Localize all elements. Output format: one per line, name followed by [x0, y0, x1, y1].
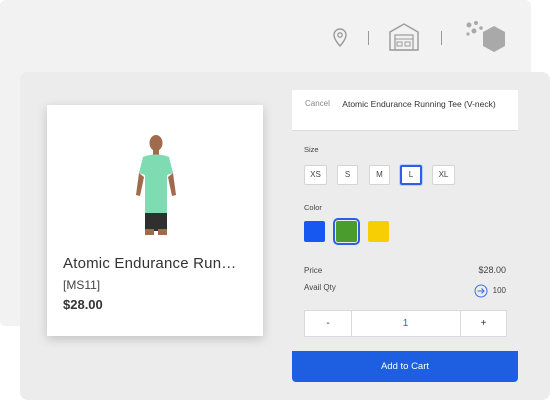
toolbar-divider	[441, 31, 442, 45]
product-sku: [MS11]	[63, 278, 101, 292]
product-name: Atomic Endurance Run…	[63, 255, 237, 272]
avail-qty-label: Avail Qty	[304, 283, 336, 292]
product-card[interactable]: Atomic Endurance Run… [MS11] $28.00	[47, 105, 263, 336]
size-option-xl[interactable]: XL	[432, 165, 455, 185]
color-swatch-blue[interactable]	[304, 221, 325, 242]
quantity-stepper: - 1 +	[304, 310, 507, 337]
size-option-l[interactable]: L	[400, 165, 422, 185]
product-options-panel: Cancel Atomic Endurance Running Tee (V-n…	[292, 90, 518, 382]
options-header: Cancel Atomic Endurance Running Tee (V-n…	[292, 90, 518, 131]
product-price: $28.00	[63, 297, 103, 312]
product-image	[131, 133, 181, 235]
color-swatch-green[interactable]	[333, 218, 360, 245]
price-value: $28.00	[478, 265, 506, 275]
add-to-cart-button[interactable]: Add to Cart	[292, 351, 518, 382]
color-swatch-yellow[interactable]	[368, 221, 389, 242]
qty-increment-button[interactable]: +	[460, 311, 506, 336]
toolbar-divider	[368, 31, 369, 45]
location-pin-icon[interactable]	[332, 28, 348, 53]
size-label: Size	[304, 145, 319, 154]
stock-arrow-icon[interactable]	[474, 284, 488, 303]
size-option-m[interactable]: M	[369, 165, 390, 185]
cube-logo-icon	[464, 20, 508, 61]
qty-value[interactable]: 1	[352, 311, 459, 336]
price-label: Price	[304, 266, 323, 275]
qty-decrement-button[interactable]: -	[305, 311, 352, 336]
warehouse-icon[interactable]	[388, 22, 420, 57]
color-label: Color	[304, 203, 322, 212]
size-option-xs[interactable]: XS	[304, 165, 327, 185]
options-title: Atomic Endurance Running Tee (V-neck)	[342, 99, 496, 109]
cancel-button[interactable]: Cancel	[305, 99, 330, 108]
top-toolbar	[0, 0, 550, 80]
size-option-s[interactable]: S	[337, 165, 358, 185]
avail-qty-value: 100	[492, 286, 506, 295]
